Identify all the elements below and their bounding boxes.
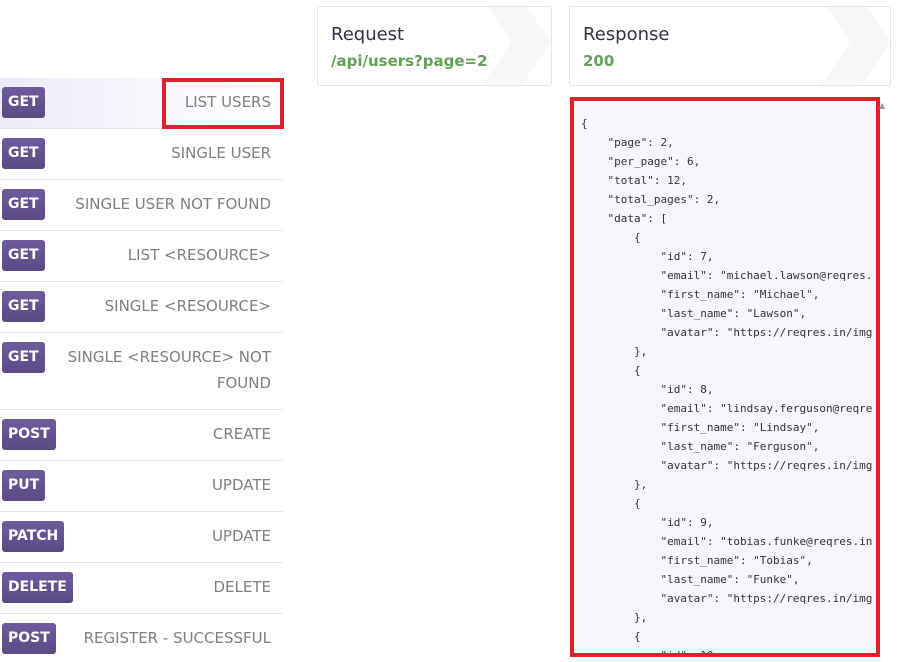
watermark-icon [821,7,890,85]
method-badge: GET [2,291,45,322]
endpoint-update-patch[interactable]: PATCH UPDATE [0,512,283,563]
method-badge: PATCH [2,521,65,552]
method-badge: GET [2,138,45,169]
endpoint-single-user[interactable]: GET SINGLE USER [0,129,283,180]
endpoint-delete[interactable]: DELETE DELETE [0,563,283,614]
method-badge: PUT [2,470,46,501]
endpoint-label: UPDATE [211,476,271,494]
scroll-up-arrow-icon[interactable]: ▲ [879,101,885,110]
endpoint-register-successful[interactable]: POST REGISTER - SUCCESSFUL [0,614,283,662]
method-badge: GET [2,240,45,271]
endpoint-label: DELETE [213,578,271,596]
watermark-icon [482,7,551,85]
endpoint-label: SINGLE <RESOURCE> NOT FOUND [67,348,271,392]
response-title: Response [583,24,670,45]
response-card: Response 200 [569,6,891,86]
method-badge: POST [2,623,56,654]
endpoint-list: GET LIST USERS GET SINGLE USER GET SINGL… [0,78,284,662]
method-badge: GET [2,87,45,118]
method-badge: GET [2,189,45,220]
endpoint-create[interactable]: POST CREATE [0,410,283,461]
response-json: { "page": 2, "per_page": 6, "total": 12,… [581,117,873,657]
reqres-page: GET LIST USERS GET SINGLE USER GET SINGL… [0,0,898,662]
endpoint-list-resource[interactable]: GET LIST <RESOURCE> [0,231,283,282]
method-badge: POST [2,419,56,450]
endpoint-label: SINGLE <RESOURCE> [104,297,271,315]
request-title: Request [331,24,405,45]
endpoint-label: REGISTER - SUCCESSFUL [83,629,271,647]
response-status: 200 [583,52,615,70]
endpoint-label: SINGLE USER [171,144,271,162]
endpoint-label: SINGLE USER NOT FOUND [75,195,271,213]
request-card: Request /api/users?page=2 [317,6,552,86]
response-body[interactable]: { "page": 2, "per_page": 6, "total": 12,… [570,97,880,657]
endpoint-list-users[interactable]: GET LIST USERS [0,78,284,129]
endpoint-single-user-not-found[interactable]: GET SINGLE USER NOT FOUND [0,180,283,231]
endpoint-single-resource[interactable]: GET SINGLE <RESOURCE> [0,282,283,333]
request-path[interactable]: /api/users?page=2 [331,52,488,70]
endpoint-label: LIST USERS [184,93,271,111]
endpoint-update-put[interactable]: PUT UPDATE [0,461,283,512]
endpoint-single-resource-not-found[interactable]: GET SINGLE <RESOURCE> NOT FOUND [0,333,283,410]
endpoint-label: CREATE [212,425,271,443]
endpoint-label: LIST <RESOURCE> [127,246,271,264]
endpoint-label: UPDATE [211,527,271,545]
method-badge: GET [2,342,45,373]
